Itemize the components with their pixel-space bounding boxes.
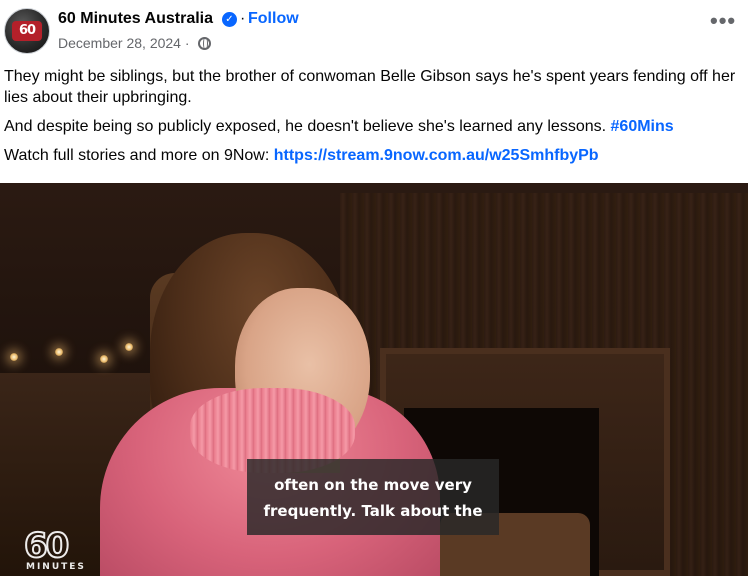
stream-link[interactable]: https://stream.9now.com.au/w25SmhfbyPb xyxy=(274,147,599,164)
follow-button[interactable]: Follow xyxy=(248,10,299,28)
post-paragraph-2-text: And despite being so publicly exposed, h… xyxy=(4,118,611,135)
watermark-word: MINUTES xyxy=(26,562,86,572)
separator-dot: · xyxy=(240,10,246,27)
more-options-icon[interactable]: ••• xyxy=(710,10,735,32)
post-timestamp[interactable]: December 28, 2024 · xyxy=(58,35,190,51)
subtitle-line-2: frequently. Talk about the xyxy=(263,502,483,520)
post-paragraph-3: Watch full stories and more on 9Now: htt… xyxy=(4,145,739,166)
subtitle-caption: often on the move very frequently. Talk … xyxy=(247,459,499,535)
post-header: 60 60 Minutes Australia ✓ · Follow Decem… xyxy=(0,0,748,62)
light-bulb xyxy=(55,348,63,356)
verified-badge-icon: ✓ xyxy=(222,12,237,27)
60-minutes-watermark-logo: 60 MINUTES xyxy=(23,526,104,575)
video-player[interactable]: often on the move very frequently. Talk … xyxy=(0,183,748,576)
page-name-link[interactable]: 60 Minutes Australia xyxy=(58,10,213,28)
post-paragraph-2: And despite being so publicly exposed, h… xyxy=(4,116,739,137)
avatar-logo: 60 xyxy=(12,21,42,41)
hashtag-link[interactable]: #60Mins xyxy=(611,118,674,135)
background-lights xyxy=(0,313,160,373)
light-bulb xyxy=(100,355,108,363)
page-avatar[interactable]: 60 xyxy=(4,8,50,54)
globe-icon xyxy=(198,37,211,50)
watermark-number: 60 xyxy=(23,526,70,566)
subtitle-line-1: often on the move very xyxy=(274,476,472,494)
light-bulb xyxy=(125,343,133,351)
light-bulb xyxy=(10,353,18,361)
post-text: They might be siblings, but the brother … xyxy=(4,66,739,174)
post-paragraph-3-text: Watch full stories and more on 9Now: xyxy=(4,147,274,164)
post-paragraph-1: They might be siblings, but the brother … xyxy=(4,68,736,106)
